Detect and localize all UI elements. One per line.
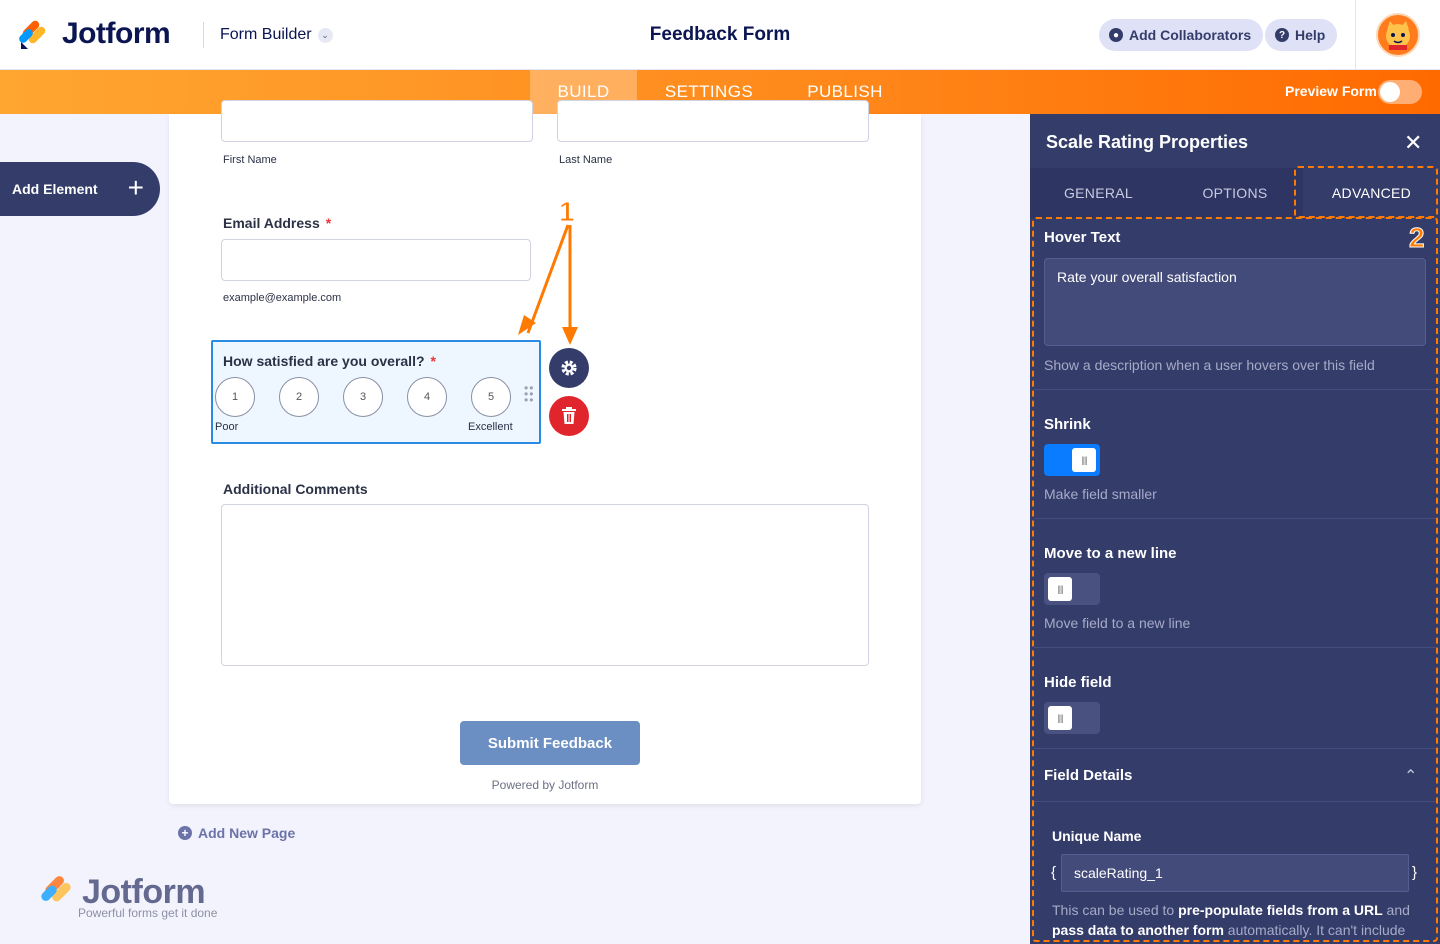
comments-textarea[interactable] <box>221 504 869 666</box>
header-divider <box>203 22 204 48</box>
required-mark: * <box>430 353 436 369</box>
email-label-text: Email Address <box>223 215 320 231</box>
annotation-highlight-tab <box>1294 166 1438 218</box>
delete-field-button[interactable] <box>549 396 589 436</box>
avatar-cat-icon <box>1386 21 1410 50</box>
plus-icon: + <box>127 172 144 203</box>
avatar[interactable] <box>1376 13 1420 57</box>
question-icon: ? <box>1275 28 1289 42</box>
scale-rating-field[interactable]: How satisfied are you overall? * 1 2 3 4 … <box>211 340 541 444</box>
preview-form-toggle[interactable] <box>1378 80 1422 104</box>
help-button[interactable]: ? Help <box>1265 19 1338 51</box>
add-element-button[interactable]: Add Element + <box>0 162 160 216</box>
tab-options[interactable]: OPTIONS <box>1167 168 1303 218</box>
close-icon[interactable]: ✕ <box>1404 130 1422 156</box>
watermark-tagline: Powerful forms get it done <box>78 906 218 920</box>
toggle-knob <box>1380 82 1400 102</box>
top-header: Jotform Form Builder ⌄ Feedback Form ● A… <box>0 0 1440 70</box>
tab-general[interactable]: GENERAL <box>1030 168 1167 218</box>
annotation-marker-1: 1 <box>559 196 576 228</box>
chevron-down-icon: ⌄ <box>317 27 333 43</box>
add-collaborators-label: Add Collaborators <box>1129 27 1252 43</box>
scale-low-label: Poor <box>215 421 239 433</box>
email-hint: example@example.com <box>223 292 342 304</box>
annotation-marker-2: 2 <box>1409 222 1426 254</box>
help-label: Help <box>1295 27 1326 43</box>
jotform-watermark: Jotform Powerful forms get it done <box>40 873 217 920</box>
first-name-input[interactable] <box>221 100 533 142</box>
scale-high-label: Excellent <box>468 421 513 433</box>
panel-title: Scale Rating Properties <box>1046 132 1249 152</box>
email-label: Email Address * <box>223 215 331 231</box>
form-builder-dropdown[interactable]: Form Builder ⌄ <box>220 26 333 44</box>
annotation-arrows <box>518 224 578 345</box>
scale-option-3[interactable]: 3 <box>343 377 383 417</box>
scale-question: How satisfied are you overall? * <box>223 353 436 369</box>
powered-by: Powered by Jotform <box>491 778 599 792</box>
annotation-highlight-panel <box>1032 217 1438 942</box>
form-title[interactable]: Feedback Form <box>650 24 790 45</box>
plus-circle-icon: + <box>178 826 192 840</box>
logo-text: Jotform <box>62 17 171 50</box>
scale-question-text: How satisfied are you overall? <box>223 353 425 369</box>
drag-handle-icon[interactable]: •• •• •• <box>524 382 534 406</box>
last-name-sublabel: Last Name <box>559 154 613 166</box>
trash-icon <box>562 407 576 424</box>
watermark-logo-icon <box>41 876 71 902</box>
comments-label: Additional Comments <box>223 481 368 497</box>
submit-button[interactable]: Submit Feedback <box>460 721 640 765</box>
user-icon: ● <box>1109 28 1123 42</box>
last-name-input[interactable] <box>557 100 869 142</box>
add-collaborators-button[interactable]: ● Add Collaborators <box>1099 19 1264 51</box>
add-element-label: Add Element <box>12 181 98 197</box>
email-input[interactable] <box>221 239 531 281</box>
header-divider-right <box>1355 0 1356 70</box>
required-mark: * <box>325 215 332 231</box>
add-new-page-button[interactable]: + Add New Page <box>178 825 295 841</box>
jotform-logo[interactable]: Jotform <box>18 17 171 51</box>
gear-icon <box>561 360 577 376</box>
scale-option-4[interactable]: 4 <box>407 377 447 417</box>
form-builder-label: Form Builder <box>220 26 312 43</box>
jotform-logo-icon <box>19 20 46 49</box>
scale-option-2[interactable]: 2 <box>279 377 319 417</box>
preview-form-label: Preview Form <box>1285 83 1377 99</box>
first-name-sublabel: First Name <box>223 154 277 166</box>
scale-option-1[interactable]: 1 <box>215 377 255 417</box>
scale-option-5[interactable]: 5 <box>471 377 511 417</box>
add-new-page-label: Add New Page <box>198 825 296 841</box>
